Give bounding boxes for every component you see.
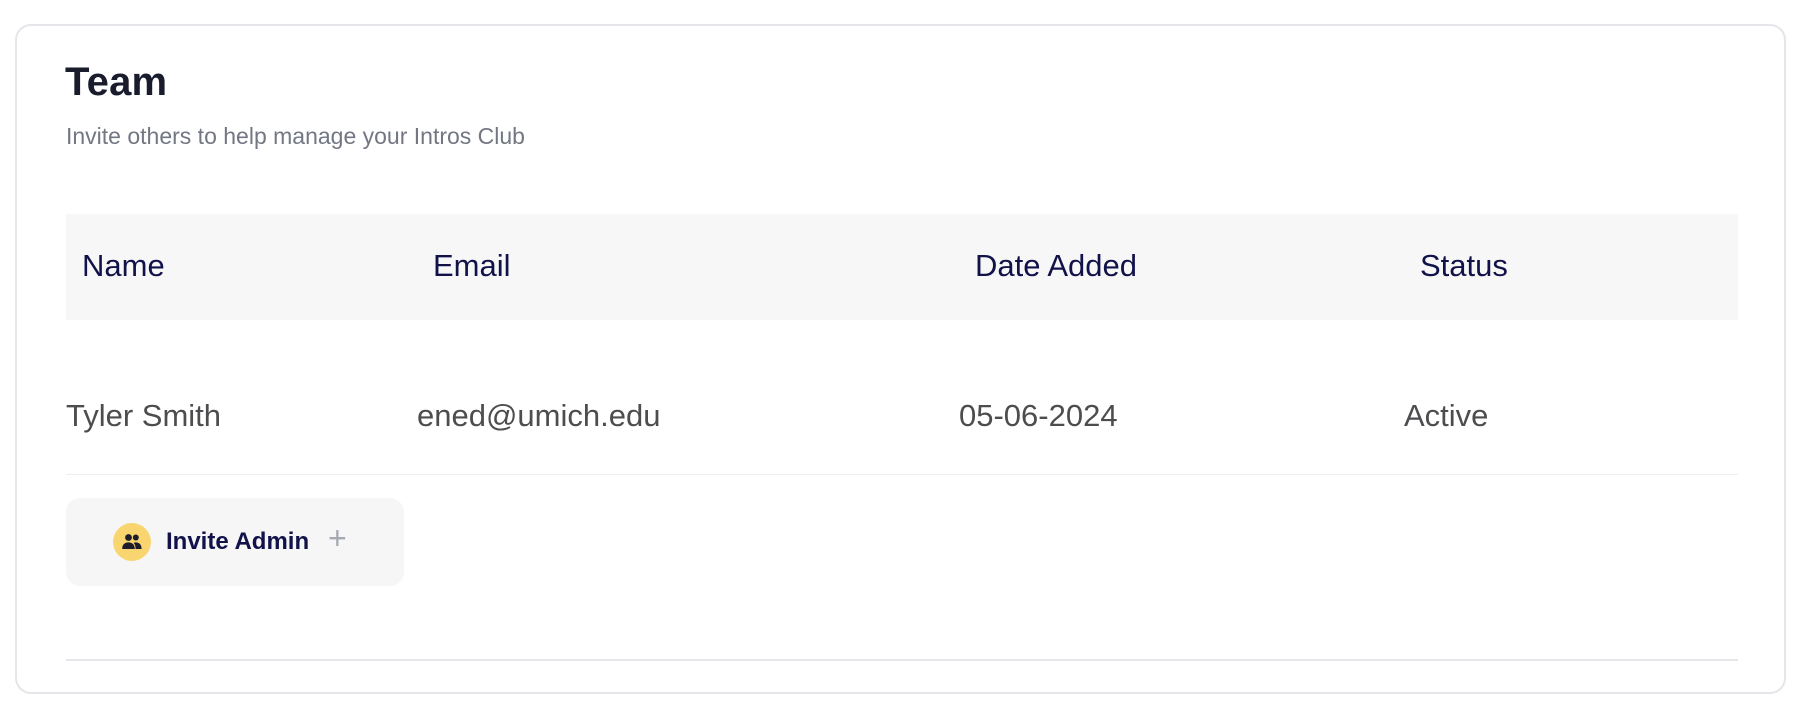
cell-date-added: 05-06-2024: [959, 398, 1118, 433]
column-header-date-added[interactable]: Date Added: [975, 248, 1137, 284]
invite-admin-button[interactable]: Invite Admin +: [66, 498, 404, 586]
plus-icon: +: [328, 520, 347, 556]
team-card: Team Invite others to help manage your I…: [15, 24, 1786, 694]
page-title: Team: [65, 60, 168, 104]
cell-name: Tyler Smith: [66, 398, 222, 433]
column-header-status[interactable]: Status: [1420, 248, 1508, 284]
table-header: Name Email Date Added Status: [66, 214, 1738, 320]
invite-admin-label: Invite Admin: [166, 528, 310, 555]
cell-email: ened@umich.edu: [417, 398, 661, 433]
divider: [66, 659, 1738, 661]
column-header-email[interactable]: Email: [433, 248, 511, 284]
cell-status: Active: [1404, 398, 1489, 433]
table-row[interactable]: Tyler Smith ened@umich.edu 05-06-2024 Ac…: [66, 320, 1738, 475]
people-icon: [113, 523, 151, 561]
page-subtitle: Invite others to help manage your Intros…: [66, 123, 525, 149]
column-header-name[interactable]: Name: [82, 248, 165, 284]
